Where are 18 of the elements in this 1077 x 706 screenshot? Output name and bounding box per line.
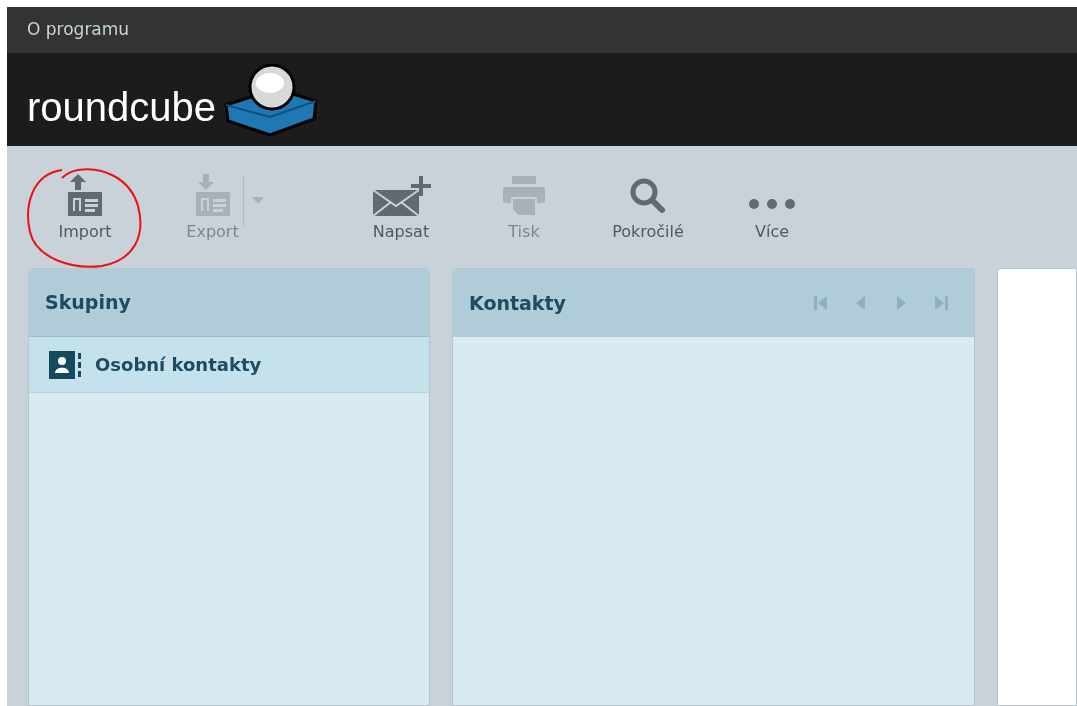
caret-icon [251,197,264,205]
last-page-icon [932,294,950,312]
about-link[interactable]: O programu [27,17,130,43]
download-card-icon [193,174,232,218]
panel-title: Skupiny [45,290,131,316]
dropdown-button[interactable] [242,176,264,226]
toolbar-button[interactable]: Import [58,174,112,244]
first-page-icon [812,294,830,312]
toolbar-button[interactable]: Napsat [369,174,433,244]
group-item[interactable]: Osobní kontakty [29,337,429,393]
printer-icon [501,174,547,218]
toolbar-button[interactable]: Pokročilé [612,174,684,244]
more-icon [749,199,795,209]
roundcube-logo: roundcube [27,60,321,139]
panel-title: Kontakty [469,290,566,316]
address-book-icon [49,350,83,379]
toolbar-button[interactable]: Více [749,174,795,244]
upload-card-icon [66,174,104,218]
